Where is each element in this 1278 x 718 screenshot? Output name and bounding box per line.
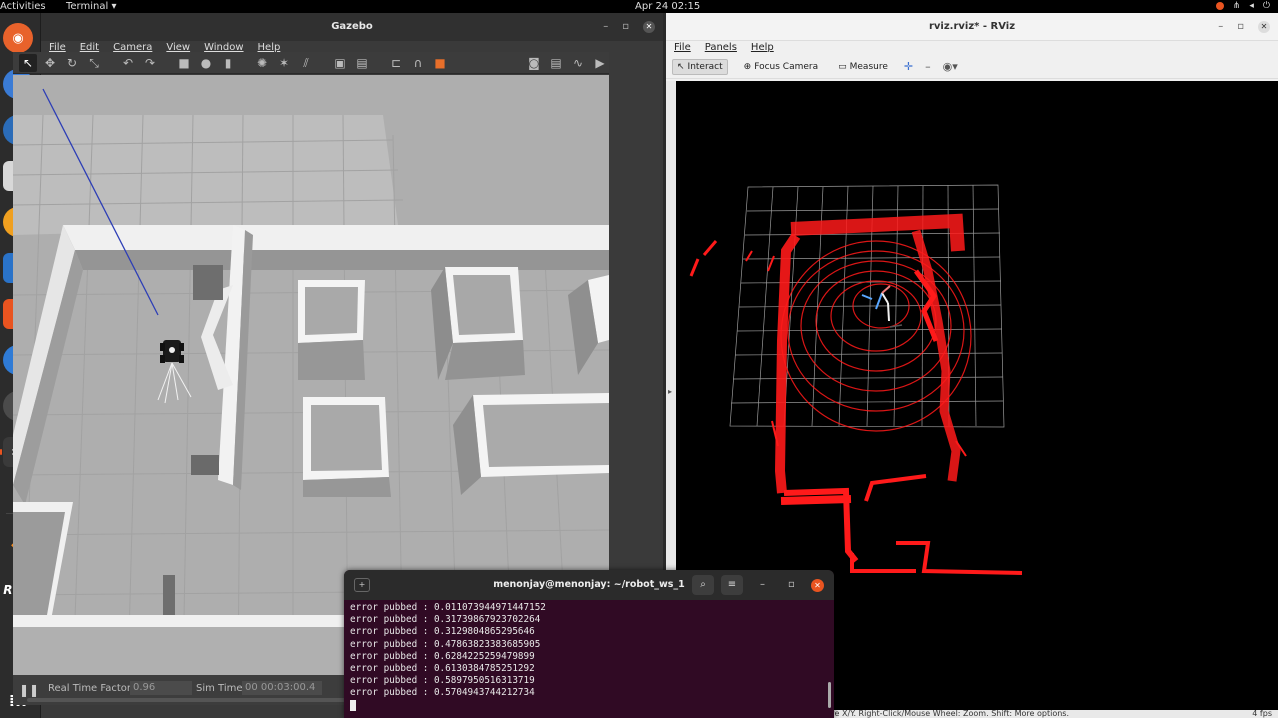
log-icon[interactable]: ▤: [547, 54, 565, 72]
interact-label: Interact: [687, 61, 723, 72]
new-tab-icon[interactable]: +: [354, 578, 370, 592]
rtf-value: 0.96: [130, 681, 192, 695]
clock[interactable]: Apr 24 02:15: [635, 0, 700, 13]
rtf-label: Real Time Factor:: [48, 683, 135, 694]
maximize-icon[interactable]: ▫: [622, 13, 629, 41]
top-bar: Activities Terminal ▾ Apr 24 02:15 ⋔ ◂ ⏻: [0, 0, 1278, 13]
redo-icon[interactable]: ↷: [141, 54, 159, 72]
rviz-menu-panels[interactable]: Panels: [705, 41, 737, 55]
point-light-icon[interactable]: ✺: [253, 54, 271, 72]
search-icon[interactable]: ⌕: [692, 575, 714, 595]
add-tool-icon[interactable]: ✛: [904, 60, 913, 73]
rviz-titlebar[interactable]: rviz.rviz* - RViz – ▫ ✕: [666, 13, 1278, 41]
app-menu[interactable]: Terminal ▾: [66, 0, 116, 13]
maximize-icon[interactable]: ▫: [788, 570, 795, 600]
plot-icon[interactable]: ∿: [569, 54, 587, 72]
close-icon[interactable]: ✕: [643, 21, 655, 33]
system-tray[interactable]: ⋔ ◂ ⏻: [1215, 0, 1270, 13]
notification-dot-icon: [1215, 2, 1224, 10]
terminal-titlebar[interactable]: + menonjay@menonjay: ~/robot_ws_1 ⌕ ≡ – …: [344, 570, 834, 600]
firefox-icon[interactable]: ◉: [3, 23, 33, 53]
remove-tool-icon[interactable]: –: [925, 60, 931, 73]
terminal-line: error pubbed : 0.6284225259479899: [350, 650, 535, 662]
terminal-cursor: [350, 699, 356, 711]
crosshair-icon: ⊕: [743, 61, 752, 72]
minimize-icon[interactable]: –: [603, 13, 608, 41]
rviz-menu-file[interactable]: File: [674, 41, 691, 55]
cursor-icon: ↖: [677, 61, 685, 72]
terminal-line: error pubbed : 0.47863823383685905: [350, 638, 541, 650]
spot-light-icon[interactable]: ✶: [275, 54, 293, 72]
copy-icon[interactable]: ▣: [331, 54, 349, 72]
rviz-menu-help[interactable]: Help: [751, 41, 774, 55]
minimize-icon[interactable]: –: [1218, 13, 1223, 41]
terminal-scrollbar[interactable]: [828, 682, 831, 708]
tool-options-icon[interactable]: ◉▾: [943, 60, 958, 73]
ruler-icon: ▭: [838, 61, 847, 72]
terminal-title: menonjay@menonjay: ~/robot_ws_1: [493, 579, 685, 590]
terminal-line: error pubbed : 0.3129804865295646: [350, 626, 535, 638]
close-icon[interactable]: ✕: [811, 579, 824, 592]
box-shape-icon[interactable]: ■: [175, 54, 193, 72]
rviz-title: rviz.rviz* - RViz: [928, 21, 1016, 32]
pause-icon[interactable]: ❚❚: [19, 683, 39, 697]
snap-icon[interactable]: ∩: [409, 54, 427, 72]
network-icon[interactable]: ⋔: [1233, 0, 1241, 13]
interact-button[interactable]: ↖ Interact: [672, 58, 728, 75]
gazebo-title: Gazebo: [331, 21, 373, 32]
sim-time-label: Sim Time:: [196, 683, 246, 694]
translate-mode-icon[interactable]: ✥: [41, 54, 59, 72]
directional-light-icon[interactable]: ⫽: [297, 54, 315, 72]
terminal-line: error pubbed : 0.5897950516313719: [350, 675, 535, 687]
terminal-output[interactable]: error pubbed : 0.011073944971447152 error…: [344, 600, 834, 714]
gazebo-toolbar: ↖ ✥ ↻ ⤡ ↶ ↷ ■ ● ▮ ✺ ✶ ⫽ ▣ ▤ ⊏ ∩ ■ ◙ ▤ ∿ …: [13, 52, 609, 74]
hamburger-menu-icon[interactable]: ≡: [721, 575, 743, 595]
terminal-line: error pubbed : 0.31739867923702264: [350, 614, 541, 626]
close-icon[interactable]: ✕: [1258, 21, 1270, 33]
focus-camera-button[interactable]: ⊕ Focus Camera: [740, 60, 822, 74]
sphere-shape-icon[interactable]: ●: [197, 54, 215, 72]
select-mode-icon[interactable]: ↖: [19, 53, 37, 72]
volume-icon[interactable]: ◂: [1249, 0, 1254, 13]
measure-label: Measure: [849, 61, 888, 72]
terminal-line: error pubbed : 0.011073944971447152: [350, 602, 546, 613]
gazebo-titlebar[interactable]: Gazebo – ▫ ✕: [41, 13, 663, 41]
maximize-icon[interactable]: ▫: [1237, 13, 1244, 41]
rotate-mode-icon[interactable]: ↻: [63, 54, 81, 72]
cylinder-shape-icon[interactable]: ▮: [219, 54, 237, 72]
terminal-window[interactable]: + menonjay@menonjay: ~/robot_ws_1 ⌕ ≡ – …: [344, 570, 834, 718]
rviz-menubar: File Panels Help: [666, 41, 1278, 55]
focus-camera-label: Focus Camera: [754, 61, 819, 72]
activities-button[interactable]: Activities: [0, 0, 46, 13]
power-icon[interactable]: ⏻: [1263, 0, 1270, 13]
fps-counter: 4 fps: [1252, 710, 1272, 718]
video-record-icon[interactable]: ▶: [591, 54, 609, 72]
minimize-icon[interactable]: –: [760, 570, 765, 600]
measure-button[interactable]: ▭ Measure: [834, 60, 892, 74]
rviz-toolbar: ↖ Interact ⊕ Focus Camera ▭ Measure ✛ – …: [666, 55, 1278, 79]
sim-time-value: 00 00:03:00.4: [242, 681, 322, 695]
terminal-line: error pubbed : 0.5704943744212734: [350, 687, 535, 699]
view-angle-icon[interactable]: ■: [431, 54, 449, 72]
terminal-line: error pubbed : 0.6130384785251292: [350, 663, 535, 675]
screenshot-icon[interactable]: ◙: [525, 54, 543, 72]
scale-mode-icon[interactable]: ⤡: [85, 54, 103, 72]
align-icon[interactable]: ⊏: [387, 54, 405, 72]
expand-panel-icon[interactable]: ▸: [668, 387, 672, 396]
paste-icon[interactable]: ▤: [353, 54, 371, 72]
undo-icon[interactable]: ↶: [119, 54, 137, 72]
